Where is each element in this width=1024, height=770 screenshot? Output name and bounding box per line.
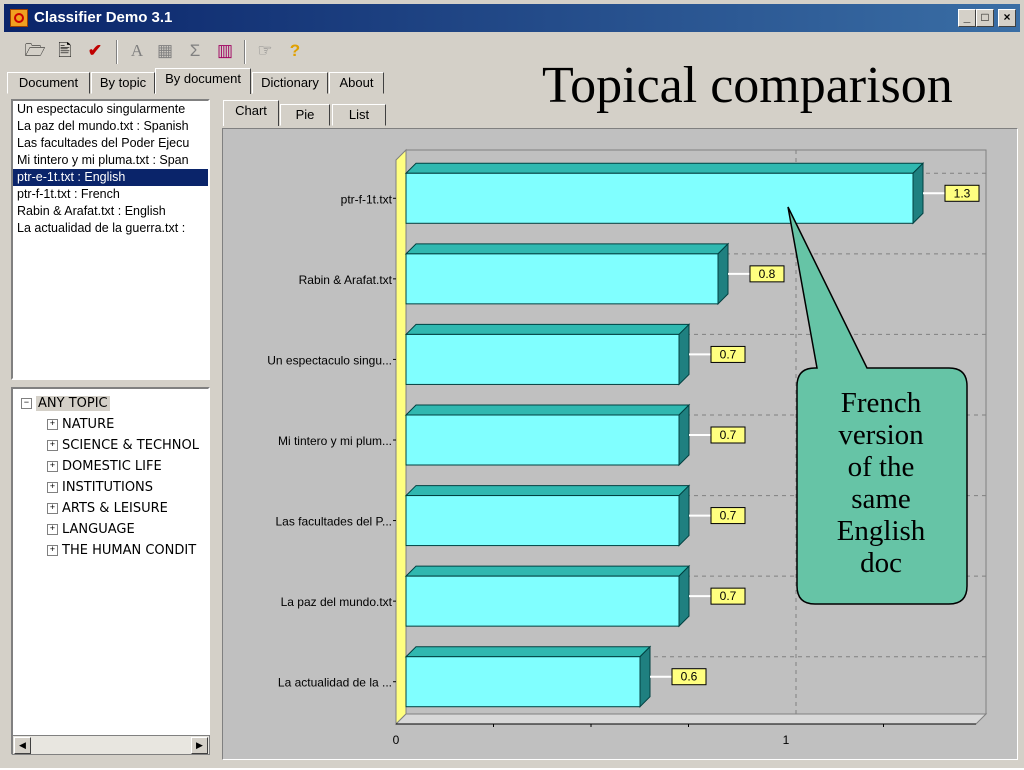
bar-top bbox=[404, 243, 730, 255]
callout-line: French bbox=[840, 387, 922, 419]
bar bbox=[405, 495, 680, 547]
bar-side bbox=[639, 645, 651, 708]
y-tick-label: ptr-f-1t.txt bbox=[341, 192, 393, 206]
bar-side bbox=[678, 403, 690, 467]
value-label: 0.6 bbox=[681, 670, 698, 684]
tab-chart[interactable]: Chart bbox=[223, 100, 279, 126]
value-label: 0.7 bbox=[720, 589, 737, 603]
value-label: 0.7 bbox=[720, 347, 737, 361]
bar-top bbox=[404, 485, 691, 497]
bar-top bbox=[404, 404, 691, 416]
bar bbox=[405, 414, 680, 466]
value-label: 1.3 bbox=[954, 186, 971, 200]
bar bbox=[405, 253, 719, 305]
x-tick-label: 0 bbox=[393, 733, 400, 747]
bar-chart: 0 1 ptr-f-1t.txt 1.3 Rabin & Arafat.txt 0.8 Un… bbox=[267, 148, 988, 747]
bar-top bbox=[404, 565, 691, 577]
y-tick-label: La paz del mundo.txt bbox=[281, 595, 393, 609]
callout-line: doc bbox=[860, 547, 902, 579]
bar-side bbox=[717, 242, 729, 306]
value-label: 0.7 bbox=[720, 428, 737, 442]
bar-side bbox=[678, 323, 690, 386]
y-tick-label: Rabin & Arafat.txt bbox=[299, 273, 393, 287]
callout-line: English bbox=[836, 515, 926, 547]
bar-side bbox=[912, 162, 924, 225]
callout-line: same bbox=[851, 483, 911, 515]
chart-wall bbox=[395, 148, 407, 726]
y-tick-label: Un espectaculo singu... bbox=[267, 353, 392, 367]
bar-side bbox=[678, 564, 690, 628]
bar bbox=[405, 172, 914, 224]
tab-by-document[interactable]: By document bbox=[155, 68, 251, 94]
value-label: 0.7 bbox=[720, 509, 737, 523]
bar bbox=[405, 333, 680, 385]
bar bbox=[405, 575, 680, 627]
callout-line: of the bbox=[847, 451, 915, 483]
bar-top bbox=[404, 646, 652, 658]
app-window: Classifier Demo 3.1 _ □ × 🗁 🖹 ✔ A ▦ Σ ▥ … bbox=[0, 0, 1024, 768]
chart-floor bbox=[394, 713, 988, 725]
y-tick-label: Mi tintero y mi plum... bbox=[278, 434, 392, 448]
bar-top bbox=[404, 162, 925, 174]
bar bbox=[405, 656, 641, 708]
bar-side bbox=[678, 484, 690, 547]
y-tick-label: Las facultades del P... bbox=[275, 515, 392, 529]
value-label: 0.8 bbox=[759, 267, 776, 281]
callout-line: version bbox=[838, 419, 924, 451]
x-tick-label: 1 bbox=[783, 733, 790, 747]
y-tick-label: La actualidad de la ... bbox=[278, 676, 392, 690]
callout-text: French version of the same English doc bbox=[798, 387, 964, 579]
bar-top bbox=[404, 323, 691, 335]
